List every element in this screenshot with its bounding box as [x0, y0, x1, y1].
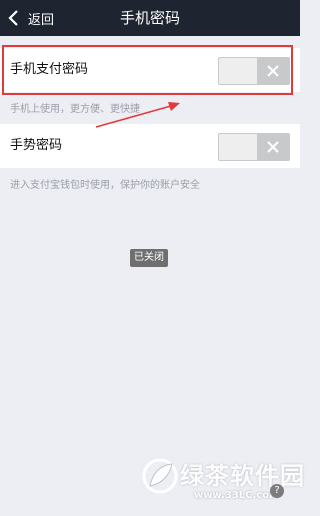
status-toast: 已关闭 — [130, 249, 168, 267]
gesture-password-toggle[interactable] — [218, 133, 290, 161]
page-title: 手机密码 — [119, 9, 180, 27]
title-bar: 返回 手机密码 — [0, 0, 300, 36]
help-icon: ? — [270, 484, 284, 498]
setting-label-mobile-pay-password: 手机支付密码 — [10, 62, 89, 77]
toggle-track — [219, 58, 257, 84]
setting-label-gesture-password: 手势密码 — [10, 138, 63, 153]
watermark-url: www.33LC.com — [194, 490, 280, 501]
leaf-logo-icon — [142, 458, 178, 494]
toggle-track — [219, 134, 257, 160]
close-icon — [267, 141, 279, 153]
watermark: 绿茶软件园 www.33LC.com ? — [140, 456, 304, 514]
setting-hint-gesture-password: 进入支付宝钱包时使用，保护你的账户安全 — [10, 180, 200, 191]
setting-row-mobile-pay-password: 手机支付密码 — [0, 48, 300, 92]
toggle-knob — [257, 134, 289, 160]
watermark-brand: 绿茶软件园 — [180, 462, 305, 490]
close-icon — [267, 65, 279, 77]
annotation-arrow — [95, 102, 180, 128]
mobile-pay-password-toggle[interactable] — [218, 57, 290, 85]
toggle-knob — [257, 58, 289, 84]
